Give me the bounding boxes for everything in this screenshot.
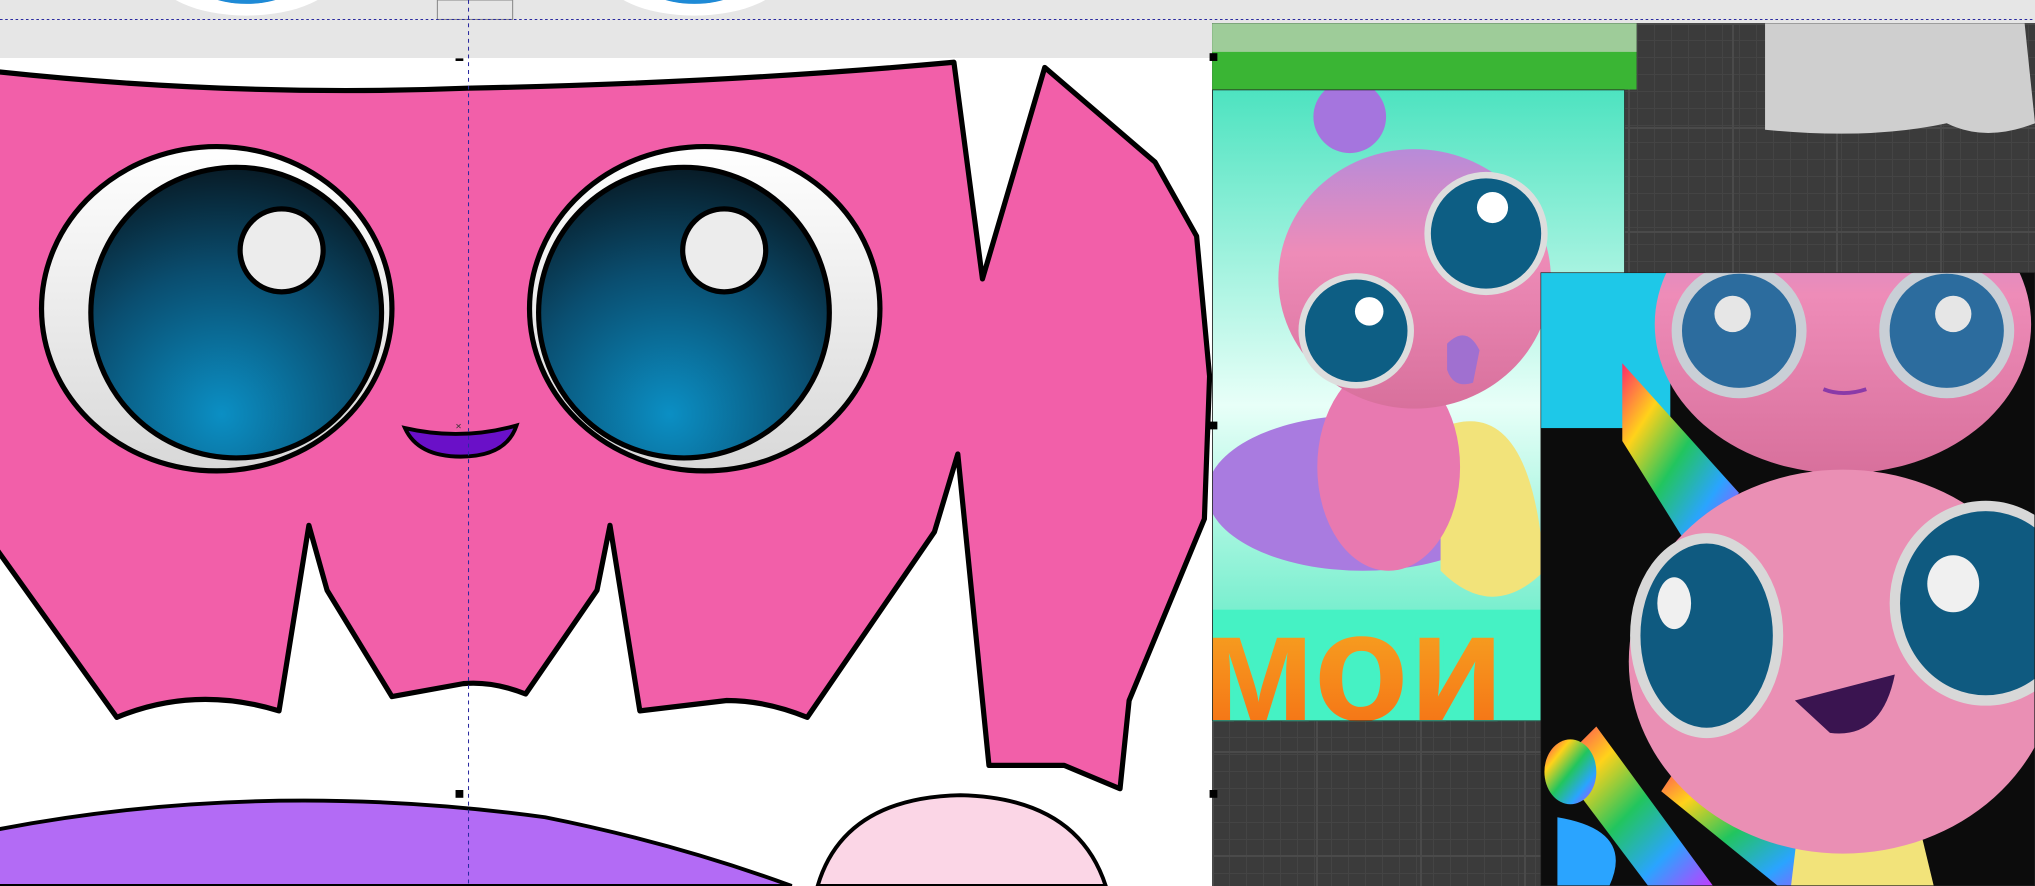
svg-text:×: × bbox=[456, 421, 462, 432]
poster-lettering: мои bbox=[1200, 579, 1504, 753]
editor-canvas-area[interactable]: × мои bbox=[0, 0, 2035, 886]
pink-dome-shape[interactable] bbox=[815, 793, 1108, 886]
left-eye[interactable] bbox=[38, 143, 395, 474]
robot-image[interactable] bbox=[1765, 23, 2035, 134]
selection-handle[interactable] bbox=[1209, 421, 1218, 430]
character-image[interactable] bbox=[1540, 175, 2035, 886]
artwork-layer: × мои bbox=[0, 0, 2035, 886]
purple-body-shape[interactable] bbox=[0, 798, 793, 886]
top-partial-eyes bbox=[175, 0, 766, 20]
selection-handle[interactable] bbox=[1209, 53, 1218, 61]
right-eye[interactable] bbox=[526, 143, 883, 474]
selection-handle[interactable] bbox=[1209, 790, 1218, 798]
